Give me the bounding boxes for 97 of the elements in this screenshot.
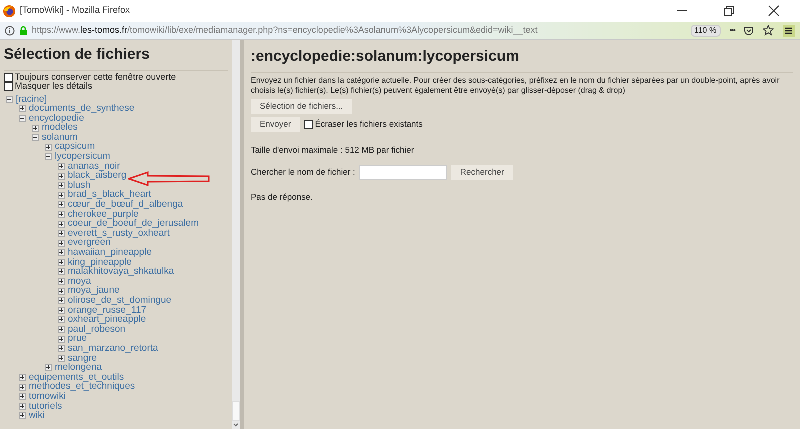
expand-icon[interactable] bbox=[58, 336, 65, 343]
folder-link[interactable]: tomowiki bbox=[29, 392, 66, 402]
folder-link[interactable]: capsicum bbox=[55, 142, 96, 152]
folder-link[interactable]: cherokee_purple bbox=[68, 210, 139, 220]
max-size-text: Taille d'envoi maximale : 512 MB par fichier bbox=[251, 144, 414, 156]
expand-icon[interactable] bbox=[58, 326, 65, 334]
folder-link[interactable]: lycopersicum bbox=[55, 152, 110, 162]
folder-link[interactable]: [racine] bbox=[16, 94, 48, 104]
folder-link[interactable]: wiki bbox=[29, 411, 45, 421]
folder-link[interactable]: coeur_de_boeuf_de_jerusalem bbox=[68, 219, 199, 229]
expand-icon[interactable] bbox=[58, 249, 65, 256]
expand-icon[interactable] bbox=[45, 144, 52, 151]
upload-instructions: Envoyez un fichier dans la catégorie actuelle. Pour créer des sous-catégories, préfixez en le nom du fichier séparées par un double-point, après avoir choisis le(s) fichier(s). Le(s) fichier(s) peuvent également être envoyé(s) par glisser-déposer (drag & drop) bbox=[251, 76, 781, 96]
menu-icon[interactable] bbox=[783, 24, 795, 36]
folder-link[interactable]: sangre bbox=[68, 354, 98, 364]
folder-link[interactable]: orange_russe_117 bbox=[68, 306, 147, 316]
firefox-logo-icon bbox=[3, 4, 16, 18]
star-icon[interactable] bbox=[763, 25, 774, 36]
folder-link[interactable]: malakhitovaya_shkatulka bbox=[68, 267, 174, 277]
folder-link[interactable]: san_marzano_retorta bbox=[68, 344, 158, 354]
collapse-icon[interactable] bbox=[6, 96, 13, 103]
expand-icon[interactable] bbox=[19, 393, 26, 400]
search-field[interactable] bbox=[359, 165, 448, 180]
sidebar-title: Sélection de fichiers bbox=[4, 44, 228, 70]
expand-icon[interactable] bbox=[45, 364, 52, 372]
folder-link[interactable]: hawaiian_pineapple bbox=[68, 248, 152, 258]
url-field[interactable]: https://www.les-tomos.fr/tomowiki/lib/exe/mediamanager.php?ns=encyclopedie%3Asolanum%3Alycopersicum&edid=wiki__text bbox=[32, 24, 538, 38]
folder-link[interactable]: paul_robeson bbox=[68, 324, 126, 334]
scroll-down-icon[interactable] bbox=[232, 421, 240, 429]
folder-link[interactable]: king_pineapple bbox=[68, 258, 132, 268]
folder-link[interactable]: cœur_de_bœuf_d_albenga bbox=[68, 200, 184, 210]
expand-icon[interactable] bbox=[58, 297, 65, 304]
expand-icon[interactable] bbox=[58, 278, 65, 286]
expand-icon[interactable] bbox=[58, 201, 65, 208]
info-icon[interactable] bbox=[5, 26, 15, 36]
folder-link[interactable]: documents_de_synthese bbox=[29, 104, 135, 114]
expand-icon[interactable] bbox=[58, 230, 65, 238]
checkbox[interactable] bbox=[4, 82, 13, 92]
expand-icon[interactable] bbox=[58, 354, 65, 362]
expand-icon[interactable] bbox=[58, 316, 65, 324]
scrollbar-thumb[interactable] bbox=[232, 401, 240, 421]
folder-link[interactable]: moya_jaune bbox=[68, 286, 120, 296]
expand-icon[interactable] bbox=[19, 374, 26, 382]
option-label: Masquer les détails bbox=[15, 82, 93, 92]
expand-icon[interactable] bbox=[19, 384, 26, 391]
scrollbar[interactable] bbox=[232, 40, 240, 429]
folder-link[interactable]: everett_s_rusty_oxheart bbox=[68, 228, 170, 238]
folder-link[interactable]: encyclopedie bbox=[29, 114, 84, 124]
option-label: Toujours conserver cette fenêtre ouverte bbox=[15, 72, 176, 82]
folder-link[interactable]: melongena bbox=[55, 363, 102, 373]
expand-icon[interactable] bbox=[58, 210, 65, 218]
expand-icon[interactable] bbox=[58, 288, 65, 295]
expand-icon[interactable] bbox=[58, 268, 65, 276]
folder-link[interactable]: tutoriels bbox=[29, 402, 62, 412]
folder-link[interactable]: solanum bbox=[42, 132, 78, 142]
expand-icon[interactable] bbox=[58, 162, 65, 170]
zoom-badge[interactable]: 110 % bbox=[690, 24, 721, 36]
folder-link[interactable]: black_aisberg bbox=[68, 171, 127, 181]
page-actions-button[interactable]: ••• bbox=[730, 24, 735, 36]
expand-icon[interactable] bbox=[19, 412, 26, 420]
expand-icon[interactable] bbox=[19, 105, 26, 112]
expand-icon[interactable] bbox=[58, 172, 65, 180]
search-button[interactable]: Rechercher bbox=[451, 165, 514, 180]
pocket-icon[interactable] bbox=[744, 26, 754, 36]
folder-link[interactable]: prue bbox=[68, 334, 88, 344]
expand-icon[interactable] bbox=[58, 182, 65, 190]
expand-icon[interactable] bbox=[32, 124, 39, 132]
expand-icon[interactable] bbox=[58, 240, 65, 247]
collapse-icon[interactable] bbox=[45, 153, 52, 160]
checkbox[interactable] bbox=[4, 72, 13, 82]
result-text: Pas de réponse. bbox=[251, 191, 313, 204]
collapse-icon[interactable] bbox=[32, 134, 39, 142]
collapse-icon[interactable] bbox=[19, 114, 26, 122]
expand-icon[interactable] bbox=[58, 192, 65, 199]
page-title: :encyclopedie:solanum:lycopersicum bbox=[251, 46, 793, 72]
folder-link[interactable]: blush bbox=[68, 180, 91, 190]
folder-link[interactable]: modeles bbox=[42, 123, 78, 133]
folder-link[interactable]: equipements_et_outils bbox=[29, 372, 124, 382]
lock-icon bbox=[19, 26, 28, 36]
expand-icon[interactable] bbox=[19, 402, 26, 410]
window-title: [TomoWiki] - Mozilla Firefox bbox=[20, 4, 130, 18]
expand-icon[interactable] bbox=[58, 258, 65, 266]
folder-link[interactable]: ananas_noir bbox=[68, 162, 120, 172]
expand-icon[interactable] bbox=[58, 345, 65, 352]
checkbox[interactable] bbox=[304, 120, 314, 128]
folder-link[interactable]: oxheart_pineapple bbox=[68, 315, 146, 325]
select-files-button[interactable]: Sélection de fichiers... bbox=[251, 98, 352, 114]
folder-link[interactable]: olirose_de_st_domingue bbox=[68, 296, 172, 306]
folder-link[interactable]: moya bbox=[68, 276, 92, 286]
overwrite-label: Écraser les fichiers existants bbox=[315, 118, 423, 130]
expand-icon[interactable] bbox=[58, 306, 65, 314]
folder-link[interactable]: brad_s_black_heart bbox=[68, 190, 152, 200]
expand-icon[interactable] bbox=[58, 220, 65, 228]
folder-link[interactable]: evergreen bbox=[68, 238, 111, 248]
search-label: Chercher le nom de fichier : bbox=[251, 166, 356, 180]
upload-button[interactable]: Envoyer bbox=[251, 116, 300, 132]
folder-link[interactable]: methodes_et_techniques bbox=[29, 382, 136, 392]
